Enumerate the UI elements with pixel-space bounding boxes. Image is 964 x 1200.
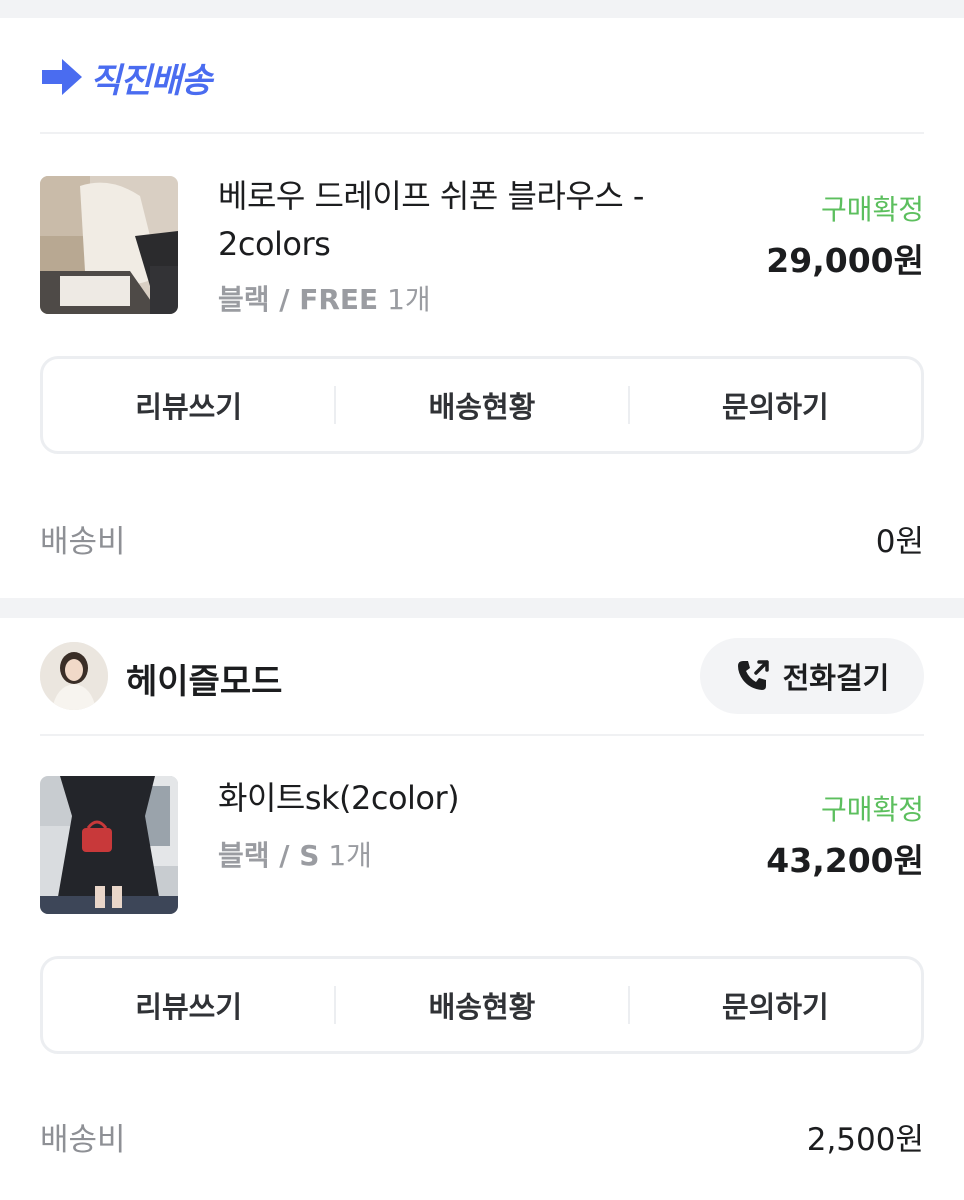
shipping-status-button[interactable]: 배송현황 [336,359,627,451]
phone-call-icon [737,660,769,690]
product-option: 블랙 / FREE 1개 [218,278,431,318]
action-button-row: 리뷰쓰기 배송현황 문의하기 [40,956,924,1054]
shipping-fee-value: 0원 [875,524,924,560]
order-status: 구매확정 [820,793,924,826]
store-avatar[interactable] [40,642,108,710]
option-text: 블랙 / S [218,839,320,872]
product-thumbnail[interactable] [40,776,178,914]
call-button-label: 전화걸기 [782,661,890,695]
shipping-fee-label: 배송비 [40,524,126,560]
arrow-right-icon [42,59,82,95]
call-button[interactable]: 전화걸기 [700,638,924,714]
shipping-status-button[interactable]: 배송현황 [336,959,627,1051]
order-price: 43,200원 [766,841,924,880]
option-text: 블랙 / FREE [218,283,379,316]
inquiry-button[interactable]: 문의하기 [630,359,921,451]
shipping-fee-label: 배송비 [40,1122,126,1158]
store-name[interactable]: 헤이즐모드 [126,654,282,703]
order-status: 구매확정 [820,193,924,226]
order-card-store: 헤이즐모드 전화걸기 화이트sk(2color) 블랙 / S 1개 구매확정 … [0,618,964,1200]
shipping-fee-value: 2,500원 [806,1122,924,1158]
divider [40,734,924,736]
order-card-direct-shipping: 직진배송 베로우 드레이프 쉬폰 블라우스 - 2colors 블랙 / FRE… [0,18,964,598]
quantity-text: 1개 [387,283,431,316]
product-thumbnail[interactable] [40,176,178,314]
product-option: 블랙 / S 1개 [218,834,372,874]
action-button-row: 리뷰쓰기 배송현황 문의하기 [40,356,924,454]
divider [40,132,924,134]
order-price: 29,000원 [766,241,924,280]
write-review-button[interactable]: 리뷰쓰기 [43,359,334,451]
section-header: 직진배송 [40,56,212,101]
inquiry-button[interactable]: 문의하기 [630,959,921,1051]
quantity-text: 1개 [328,839,372,872]
product-name[interactable]: 화이트sk(2color) [218,774,718,822]
product-name[interactable]: 베로우 드레이프 쉬폰 블라우스 - 2colors [218,172,718,268]
write-review-button[interactable]: 리뷰쓰기 [43,959,334,1051]
section-title: 직진배송 [90,60,212,101]
